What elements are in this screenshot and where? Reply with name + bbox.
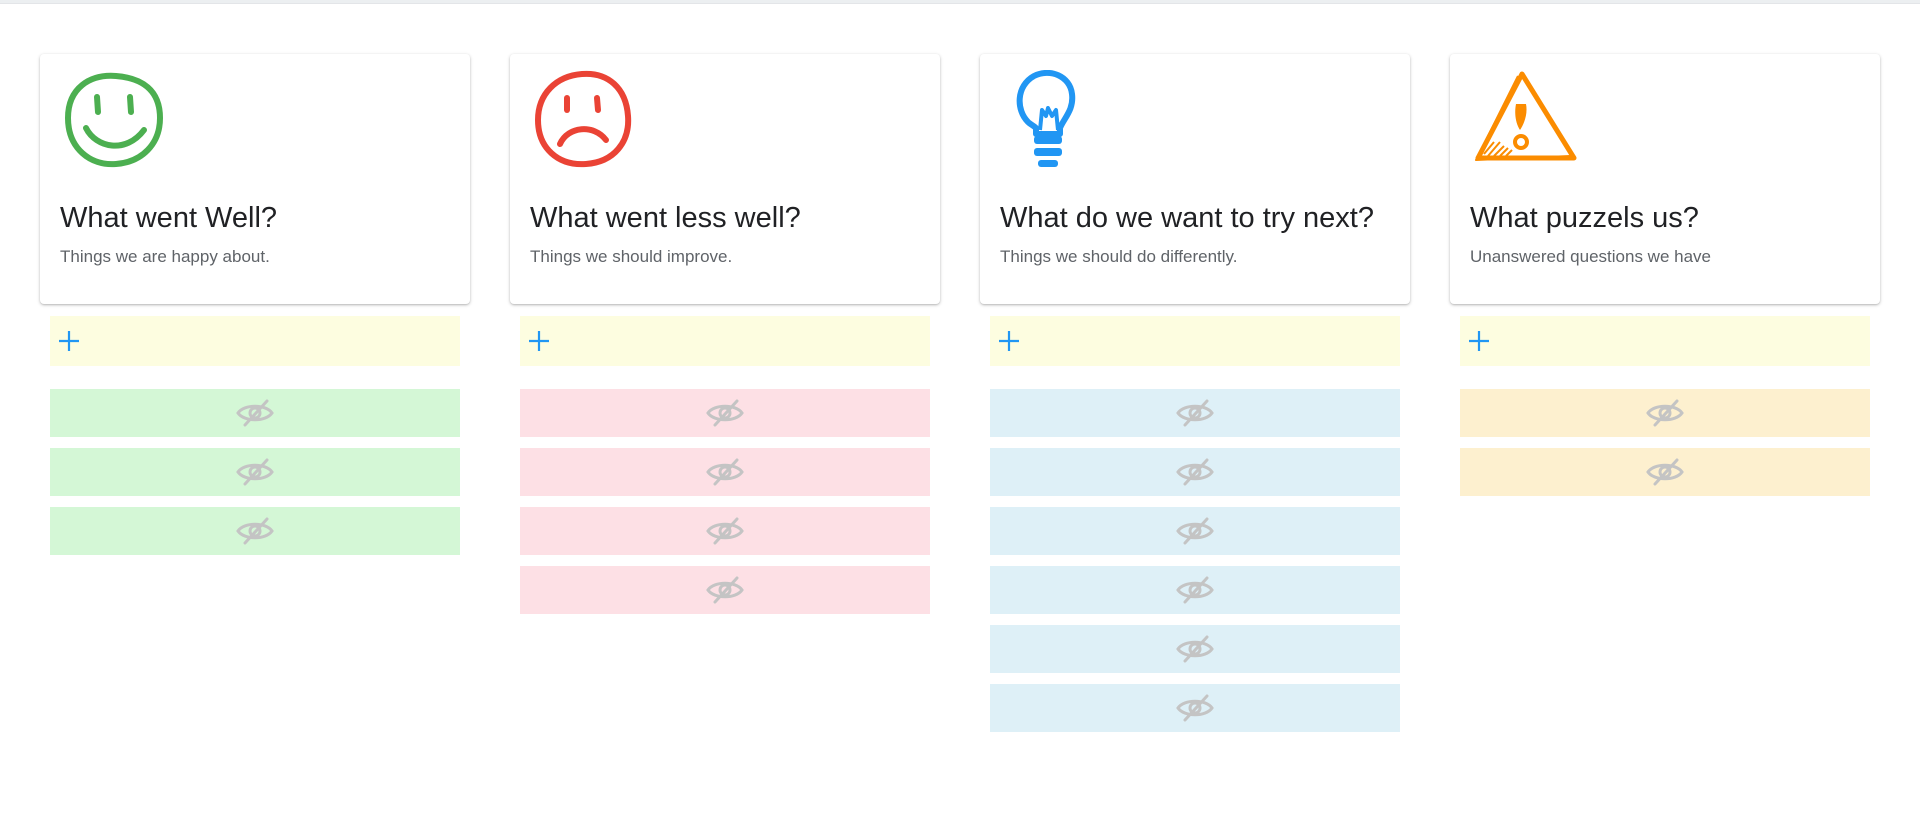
lightbulb-icon	[1016, 70, 1076, 167]
column-header-card: What went less well? Things we should im…	[510, 54, 940, 304]
hidden-note[interactable]	[50, 448, 460, 496]
retrospective-board: What went Well? Things we are happy abou…	[40, 54, 1880, 743]
column-title: What do we want to try next?	[1000, 202, 1374, 234]
notes-list	[520, 389, 930, 614]
eye-slash-icon	[706, 458, 744, 486]
notes-list	[990, 389, 1400, 732]
eye-slash-icon	[236, 517, 274, 545]
eye-slash-icon	[1176, 517, 1214, 545]
hidden-note[interactable]	[990, 625, 1400, 673]
hidden-note[interactable]	[520, 566, 930, 614]
column-header-card: What puzzels us? Unanswered questions we…	[1450, 54, 1880, 304]
hidden-note[interactable]	[1460, 389, 1870, 437]
column-title: What went less well?	[530, 202, 801, 234]
plus-icon	[59, 331, 79, 351]
add-note-button[interactable]	[1460, 316, 1870, 366]
eye-slash-icon	[1176, 635, 1214, 663]
eye-slash-icon	[1646, 458, 1684, 486]
column-subtitle: Things we should do differently.	[1000, 247, 1238, 266]
hidden-note[interactable]	[1460, 448, 1870, 496]
hidden-note[interactable]	[990, 566, 1400, 614]
column-subtitle: Things we are happy about.	[60, 247, 270, 266]
eye-slash-icon	[236, 399, 274, 427]
notes-list	[1460, 389, 1870, 496]
eye-slash-icon	[236, 458, 274, 486]
column-title: What puzzels us?	[1470, 202, 1699, 234]
sad-face-icon	[534, 70, 632, 168]
eye-slash-icon	[1176, 458, 1214, 486]
smiley-face-icon	[64, 72, 164, 168]
column-puzzles: What puzzels us? Unanswered questions we…	[1450, 54, 1880, 743]
hidden-note[interactable]	[990, 389, 1400, 437]
notes-list	[50, 389, 460, 555]
hidden-note[interactable]	[990, 684, 1400, 732]
column-subtitle: Unanswered questions we have	[1470, 247, 1711, 266]
add-note-button[interactable]	[50, 316, 460, 366]
column-subtitle: Things we should improve.	[530, 247, 733, 266]
column-well: What went Well? Things we are happy abou…	[40, 54, 470, 743]
plus-icon	[999, 331, 1019, 351]
top-divider	[0, 0, 1920, 4]
hidden-note[interactable]	[520, 507, 930, 555]
hidden-note[interactable]	[990, 507, 1400, 555]
column-title: What went Well?	[60, 202, 278, 234]
column-try-next: What do we want to try next? Things we s…	[980, 54, 1410, 743]
plus-icon	[529, 331, 549, 351]
column-header-card: What went Well? Things we are happy abou…	[40, 54, 470, 304]
column-less-well: What went less well? Things we should im…	[510, 54, 940, 743]
eye-slash-icon	[1176, 399, 1214, 427]
add-note-button[interactable]	[990, 316, 1400, 366]
hidden-note[interactable]	[520, 448, 930, 496]
eye-slash-icon	[1176, 694, 1214, 722]
plus-icon	[1469, 331, 1489, 351]
eye-slash-icon	[706, 399, 744, 427]
eye-slash-icon	[1176, 576, 1214, 604]
hidden-note[interactable]	[520, 389, 930, 437]
warning-triangle-icon	[1475, 71, 1577, 161]
eye-slash-icon	[1646, 399, 1684, 427]
add-note-button[interactable]	[520, 316, 930, 366]
eye-slash-icon	[706, 517, 744, 545]
hidden-note[interactable]	[50, 507, 460, 555]
hidden-note[interactable]	[50, 389, 460, 437]
eye-slash-icon	[706, 576, 744, 604]
hidden-note[interactable]	[990, 448, 1400, 496]
column-header-card: What do we want to try next? Things we s…	[980, 54, 1410, 304]
